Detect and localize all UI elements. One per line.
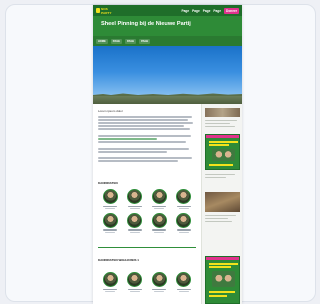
sub-nav-item[interactable]: PAGE	[110, 39, 122, 44]
hero-image	[93, 46, 242, 104]
sub-nav-item[interactable]: HOME	[96, 39, 108, 44]
candidate-card[interactable]	[123, 189, 148, 209]
sidebar-campaign-banner[interactable]	[205, 256, 240, 304]
top-nav-item[interactable]: Page	[203, 9, 211, 13]
sidebar-text	[205, 174, 240, 180]
avatar	[176, 212, 192, 228]
avatar	[102, 212, 118, 228]
sidebar-text	[205, 215, 240, 224]
candidate-card[interactable]	[172, 212, 197, 233]
candidate-card[interactable]	[172, 272, 197, 292]
intro-heading: Lorem ipsum dolor	[98, 109, 123, 113]
avatar	[176, 189, 192, 204]
avatar	[151, 272, 167, 287]
section-divider	[98, 247, 196, 248]
sidebar-campaign-banner[interactable]	[205, 134, 240, 170]
top-bar: NOS PARTY Page Page Page Page Doneer	[93, 5, 242, 16]
section-title: KANDIDATEN	[98, 181, 118, 185]
sub-nav-item[interactable]: PAGE	[124, 39, 137, 44]
sidebar-photo[interactable]	[205, 108, 240, 117]
sub-nav-item[interactable]: PAGE	[139, 39, 151, 44]
candidate-card[interactable]	[98, 212, 123, 233]
intro-paragraph	[98, 148, 196, 154]
main-content: Lorem ipsum dolor KANDIDATEN KANDIDATEN …	[93, 104, 201, 304]
sub-navigation: HOME PAGE PAGE PAGE	[93, 36, 242, 46]
intro-paragraph	[98, 157, 196, 163]
avatar	[102, 272, 118, 287]
site-logo[interactable]: NOS PARTY	[96, 6, 116, 15]
top-nav-item[interactable]: Page	[213, 9, 221, 13]
avatar	[127, 189, 143, 204]
candidate-card[interactable]	[147, 189, 172, 209]
avatar	[151, 212, 167, 228]
top-nav-item[interactable]: Page	[182, 9, 190, 13]
logo-mark-icon	[96, 8, 101, 13]
logo-text: NOS PARTY	[101, 6, 112, 15]
page-title: Sheel Pinning bij de Nieuwe Partij	[101, 21, 191, 27]
candidate-grid	[98, 189, 196, 233]
website-page: NOS PARTY Page Page Page Page Doneer She…	[93, 5, 242, 304]
candidate-card[interactable]	[98, 272, 123, 292]
candidate-card[interactable]	[147, 272, 172, 292]
intro-paragraph	[98, 116, 196, 131]
top-navigation: Page Page Page Page Doneer	[182, 7, 239, 14]
candidate-card[interactable]	[123, 272, 148, 292]
avatar	[176, 272, 192, 287]
avatar	[151, 189, 167, 204]
candidate-card[interactable]	[147, 212, 172, 233]
avatar	[102, 189, 118, 204]
avatar	[127, 212, 143, 228]
avatar	[127, 272, 143, 287]
title-banner: Sheel Pinning bij de Nieuwe Partij	[93, 16, 242, 36]
sidebar-text	[205, 120, 240, 129]
hero-ground	[93, 96, 242, 104]
top-nav-item[interactable]: Page	[192, 9, 200, 13]
sidebar-photo[interactable]	[205, 192, 240, 212]
donate-button[interactable]: Doneer	[224, 7, 239, 14]
candidate-grid	[98, 272, 196, 292]
sidebar	[201, 104, 242, 304]
candidate-card[interactable]	[98, 189, 123, 209]
candidate-card[interactable]	[123, 212, 148, 233]
intro-paragraph	[98, 135, 196, 144]
candidate-card[interactable]	[172, 189, 197, 209]
section-title: KANDIDATEN WAHLKREIS 1	[98, 258, 139, 262]
